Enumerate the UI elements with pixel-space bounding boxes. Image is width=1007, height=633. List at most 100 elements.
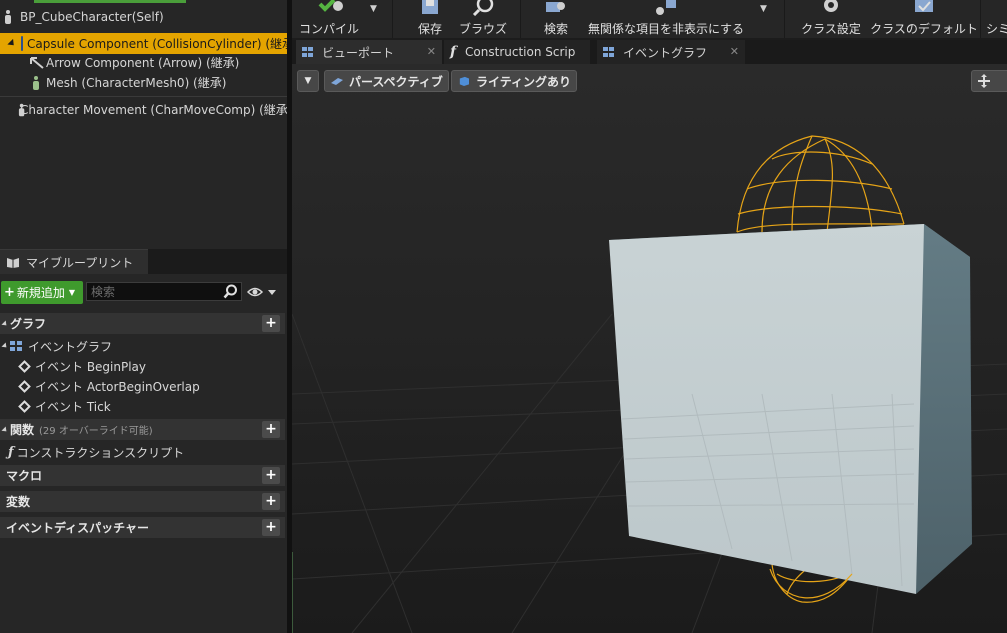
list-item-event[interactable]: イベント Tick	[0, 396, 285, 416]
category-variables[interactable]: 変数 +	[0, 491, 285, 512]
cube-side-face	[916, 224, 972, 594]
list-item-event[interactable]: イベント BeginPlay	[0, 356, 285, 376]
components-panel: BP_CubeCharacter(Self) Capsule Component…	[0, 0, 299, 245]
tree-item-label: Arrow Component (Arrow) (継承)	[46, 56, 240, 70]
event-icon	[18, 379, 31, 393]
editor-area: コンパイル ▼ 保存 ブラウズ 検索 無関係な項目を非表示にする ▼ クラス設定…	[292, 0, 1007, 633]
viewport-scene	[292, 64, 1007, 633]
add-variable-button[interactable]: +	[262, 493, 280, 510]
browse-label: ブラウズ	[458, 22, 507, 36]
compile-icon	[318, 0, 343, 12]
category-label: イベントディスパッチャー	[6, 521, 150, 535]
category-graphs[interactable]: グラフ +	[0, 313, 285, 334]
document-tabbar: ビューポート ✕ f Construction Scrip イベントグラフ ✕	[292, 40, 1007, 64]
chevron-down-icon: ▼	[304, 76, 312, 86]
toolbar-separator	[520, 0, 521, 38]
tab-viewport[interactable]: ビューポート ✕	[296, 40, 442, 64]
close-icon[interactable]: ✕	[730, 45, 739, 58]
mesh-icon	[32, 75, 40, 90]
progress-strip	[34, 0, 186, 3]
list-item-label: イベント BeginPlay	[35, 359, 147, 374]
tab-label: Construction Scrip	[465, 45, 576, 59]
list-item-construction-script[interactable]: ƒ コンストラクションスクリプト	[0, 442, 285, 462]
category-dispatchers[interactable]: イベントディスパッチャー +	[0, 517, 285, 538]
viewport-3d[interactable]: ▼ パースペクティブ ライティングあり	[292, 64, 1007, 633]
tab-my-blueprint[interactable]: マイブループリント	[0, 249, 148, 274]
my-blueprint-tabbar: マイブループリント	[0, 249, 287, 274]
hide-options-chevron-icon[interactable]: ▼	[760, 4, 767, 14]
search-input[interactable]	[87, 284, 217, 299]
tree-item-arrow[interactable]: Arrow Component (Arrow) (継承)	[0, 52, 287, 73]
save-icon	[422, 0, 438, 14]
cube-front-face	[609, 224, 924, 594]
list-item-event-graph[interactable]: イベントグラフ	[0, 336, 285, 356]
toolbar-separator	[980, 0, 981, 38]
find-button[interactable]: 検索	[538, 0, 574, 38]
add-macro-button[interactable]: +	[262, 467, 280, 484]
class-defaults-button[interactable]: クラスのデフォルト	[870, 0, 978, 38]
save-button[interactable]: 保存	[412, 0, 448, 38]
add-graph-button[interactable]: +	[262, 315, 280, 332]
tab-label: マイブループリント	[26, 255, 134, 270]
expand-icon[interactable]	[7, 38, 17, 49]
lighting-button[interactable]: ライティングあり	[451, 70, 578, 92]
tree-item-movement[interactable]: Character Movement (CharMoveComp) (継承)	[0, 99, 292, 120]
perspective-button[interactable]: パースペクティブ	[324, 70, 449, 92]
lighting-label: ライティングあり	[476, 74, 572, 89]
move-icon	[978, 74, 990, 88]
eye-icon[interactable]	[247, 285, 277, 299]
search-icon[interactable]	[223, 284, 238, 299]
book-icon	[7, 258, 19, 268]
graph-icon	[10, 340, 24, 352]
simulate-button[interactable]: シミ	[986, 0, 1007, 38]
compile-button[interactable]: コンパイル	[298, 0, 360, 38]
find-label: 検索	[543, 22, 568, 36]
class-defaults-label: クラスのデフォルト	[870, 22, 978, 36]
add-dispatcher-button[interactable]: +	[262, 519, 280, 536]
event-icon	[18, 359, 31, 373]
viewport-icon	[302, 46, 314, 58]
left-panel: BP_CubeCharacter(Self) Capsule Component…	[0, 0, 299, 633]
arrow-icon	[30, 56, 44, 69]
compile-label: コンパイル	[298, 22, 359, 36]
category-macros[interactable]: マクロ +	[0, 465, 285, 486]
class-settings-label: クラス設定	[801, 22, 861, 36]
hide-unrelated-button[interactable]: 無関係な項目を非表示にする	[588, 0, 744, 38]
tree-item-capsule[interactable]: Capsule Component (CollisionCylinder) (継…	[0, 33, 299, 54]
plus-icon: +	[4, 284, 15, 300]
category-label: 関数	[10, 423, 35, 437]
viewport-options-button[interactable]: ▼	[297, 70, 319, 92]
tab-construction-script[interactable]: f Construction Scrip	[444, 40, 590, 64]
tree-item-mesh[interactable]: Mesh (CharacterMesh0) (継承)	[0, 72, 287, 93]
category-sublabel: (29 オーバーライド可能)	[39, 426, 153, 437]
main-toolbar: コンパイル ▼ 保存 ブラウズ 検索 無関係な項目を非表示にする ▼ クラス設定…	[292, 0, 1007, 38]
tree-item-label: Capsule Component (CollisionCylinder) (継…	[27, 37, 299, 51]
transform-toggle-button[interactable]	[971, 70, 1007, 92]
list-item-event[interactable]: イベント ActorBeginOverlap	[0, 376, 285, 396]
simulate-icon	[986, 0, 1007, 16]
defaults-icon	[915, 0, 933, 12]
add-function-button[interactable]: +	[262, 421, 280, 438]
browse-button[interactable]: ブラウズ	[458, 0, 508, 38]
add-new-button[interactable]: + 新規追加 ▼	[1, 280, 83, 304]
category-label: マクロ	[6, 469, 43, 483]
toolbar-separator	[784, 0, 785, 38]
tab-label: イベントグラフ	[623, 45, 708, 60]
simulate-label: シミ	[986, 22, 1007, 36]
tab-event-graph[interactable]: イベントグラフ ✕	[597, 40, 745, 64]
tab-label: ビューポート	[322, 45, 395, 60]
expand-icon	[1, 342, 9, 350]
list-item-label: イベント Tick	[35, 399, 111, 414]
class-settings-button[interactable]: クラス設定	[800, 0, 862, 38]
close-icon[interactable]: ✕	[427, 45, 436, 58]
compile-options-chevron-icon[interactable]: ▼	[370, 4, 377, 14]
gear-icon	[824, 0, 838, 12]
tree-item-self[interactable]: BP_CubeCharacter(Self)	[0, 6, 287, 27]
function-icon: f	[450, 44, 457, 60]
function-icon: ƒ	[8, 444, 14, 460]
graph-icon	[603, 46, 615, 58]
hide-unrelated-icon	[656, 0, 676, 15]
capsule-icon	[21, 36, 23, 51]
list-item-label: イベントグラフ	[28, 339, 113, 354]
category-functions[interactable]: 関数 (29 オーバーライド可能) +	[0, 419, 285, 440]
